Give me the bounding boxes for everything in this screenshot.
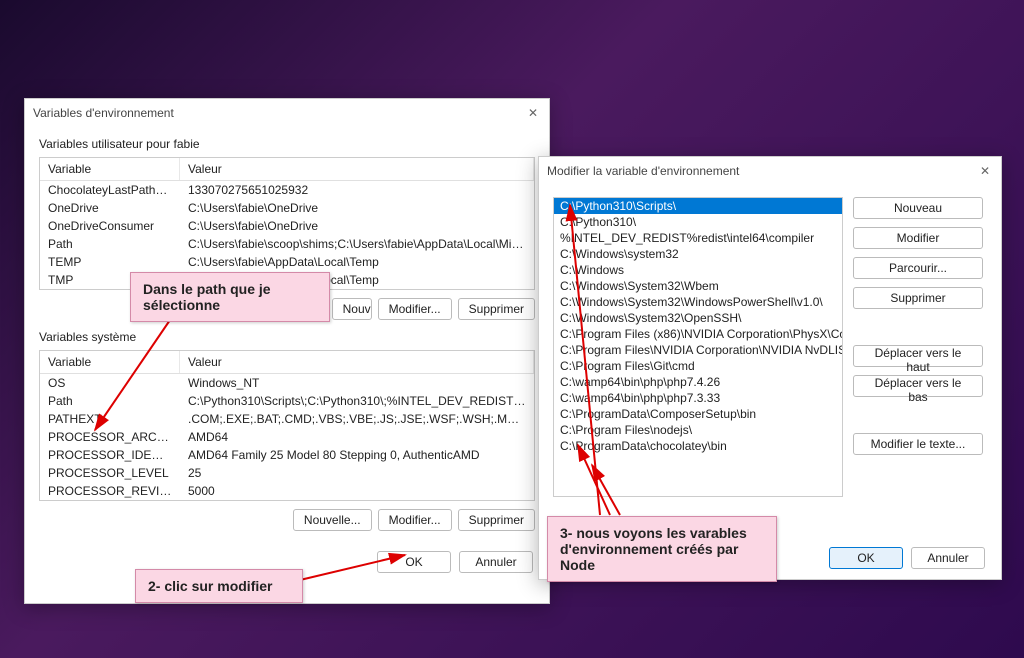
list-item[interactable]: C:\Windows\System32\Wbem xyxy=(554,278,842,294)
close-icon[interactable]: ✕ xyxy=(977,163,993,179)
list-item[interactable]: C:\Python310\ xyxy=(554,214,842,230)
table-row[interactable]: PROCESSOR_ARCHITECTUREAMD64 xyxy=(40,428,534,446)
list-item[interactable]: C:\ProgramData\ComposerSetup\bin xyxy=(554,406,842,422)
table-row[interactable]: OneDriveConsumerC:\Users\fabie\OneDrive xyxy=(40,217,534,235)
list-item[interactable]: C:\Windows\System32\OpenSSH\ xyxy=(554,310,842,326)
var-value: 25 xyxy=(180,465,534,481)
system-vars-grid[interactable]: Variable Valeur OSWindows_NTPathC:\Pytho… xyxy=(39,350,535,501)
list-item[interactable]: C:\Program Files\nodejs\ xyxy=(554,422,842,438)
var-name: PATHEXT xyxy=(40,411,180,427)
var-name: OneDrive xyxy=(40,200,180,216)
edit-button[interactable]: Modifier xyxy=(853,227,983,249)
user-vars-grid[interactable]: Variable Valeur ChocolateyLastPathUpdate… xyxy=(39,157,535,290)
col-value: Valeur xyxy=(180,158,534,180)
system-edit-button[interactable]: Modifier... xyxy=(378,509,452,531)
table-row[interactable]: OneDriveC:\Users\fabie\OneDrive xyxy=(40,199,534,217)
col-variable: Variable xyxy=(40,351,180,373)
col-value: Valeur xyxy=(180,351,534,373)
grid-header: Variable Valeur xyxy=(40,351,534,374)
grid-header: Variable Valeur xyxy=(40,158,534,181)
table-row[interactable]: PATHEXT.COM;.EXE;.BAT;.CMD;.VBS;.VBE;.JS… xyxy=(40,410,534,428)
titlebar: Variables d'environnement ✕ xyxy=(25,99,549,127)
var-name: PROCESSOR_ARCHITECTURE xyxy=(40,429,180,445)
move-up-button[interactable]: Déplacer vers le haut xyxy=(853,345,983,367)
col-variable: Variable xyxy=(40,158,180,180)
table-row[interactable]: PathC:\Users\fabie\scoop\shims;C:\Users\… xyxy=(40,235,534,253)
var-value: C:\Users\fabie\OneDrive xyxy=(180,200,534,216)
dialog-title: Variables d'environnement xyxy=(33,106,525,120)
cancel-button[interactable]: Annuler xyxy=(911,547,985,569)
list-item[interactable]: C:\Python310\Scripts\ xyxy=(554,198,842,214)
var-name: PROCESSOR_REVISION xyxy=(40,483,180,499)
var-value: C:\Python310\Scripts\;C:\Python310\;%INT… xyxy=(180,393,534,409)
var-value: C:\Users\fabie\OneDrive xyxy=(180,218,534,234)
var-value: AMD64 Family 25 Model 80 Stepping 0, Aut… xyxy=(180,447,534,463)
list-item[interactable]: %INTEL_DEV_REDIST%redist\intel64\compile… xyxy=(554,230,842,246)
user-edit-button[interactable]: Modifier... xyxy=(378,298,452,320)
ok-button[interactable]: OK xyxy=(377,551,451,573)
cancel-button[interactable]: Annuler xyxy=(459,551,533,573)
table-row[interactable]: TEMPC:\Users\fabie\AppData\Local\Temp xyxy=(40,253,534,271)
browse-button[interactable]: Parcourir... xyxy=(853,257,983,279)
table-row[interactable]: ChocolateyLastPathUpdate1330702756510259… xyxy=(40,181,534,199)
var-name: Path xyxy=(40,236,180,252)
titlebar: Modifier la variable d'environnement ✕ xyxy=(539,157,1001,185)
var-value: .COM;.EXE;.BAT;.CMD;.VBS;.VBE;.JS;.JSE;.… xyxy=(180,411,534,427)
callout-3: 3- nous voyons les varables d'environnem… xyxy=(547,516,777,582)
close-icon[interactable]: ✕ xyxy=(525,105,541,121)
var-name: PROCESSOR_IDENTIFIER xyxy=(40,447,180,463)
list-item[interactable]: C:\wamp64\bin\php\php7.4.26 xyxy=(554,374,842,390)
new-button[interactable]: Nouveau xyxy=(853,197,983,219)
var-name: OS xyxy=(40,375,180,391)
list-item[interactable]: C:\Program Files\Git\cmd xyxy=(554,358,842,374)
var-name: ChocolateyLastPathUpdate xyxy=(40,182,180,198)
callout-2: 2- clic sur modifier xyxy=(135,569,303,603)
list-item[interactable]: C:\Windows\system32 xyxy=(554,246,842,262)
table-row[interactable]: PROCESSOR_LEVEL25 xyxy=(40,464,534,482)
var-name: TEMP xyxy=(40,254,180,270)
user-delete-button[interactable]: Supprimer xyxy=(458,298,535,320)
path-list[interactable]: C:\Python310\Scripts\C:\Python310\%INTEL… xyxy=(553,197,843,497)
list-item[interactable]: C:\Program Files\NVIDIA Corporation\NVID… xyxy=(554,342,842,358)
var-name: OneDriveConsumer xyxy=(40,218,180,234)
var-name: Path xyxy=(40,393,180,409)
var-value: C:\Users\fabie\AppData\Local\Temp xyxy=(180,254,534,270)
dialog-title: Modifier la variable d'environnement xyxy=(547,164,977,178)
table-row[interactable]: PathC:\Python310\Scripts\;C:\Python310\;… xyxy=(40,392,534,410)
callout-1: Dans le path que je sélectionne xyxy=(130,272,330,322)
var-value: Windows_NT xyxy=(180,375,534,391)
list-item[interactable]: C:\Windows\System32\WindowsPowerShell\v1… xyxy=(554,294,842,310)
system-new-button[interactable]: Nouvelle... xyxy=(293,509,372,531)
user-new-button[interactable]: Nouvelle... xyxy=(332,298,372,320)
table-row[interactable]: OSWindows_NT xyxy=(40,374,534,392)
system-delete-button[interactable]: Supprimer xyxy=(458,509,535,531)
list-item[interactable]: C:\Windows xyxy=(554,262,842,278)
var-value: AMD64 xyxy=(180,429,534,445)
list-item[interactable]: C:\Program Files (x86)\NVIDIA Corporatio… xyxy=(554,326,842,342)
user-vars-label: Variables utilisateur pour fabie xyxy=(39,137,535,151)
list-item[interactable]: C:\wamp64\bin\php\php7.3.33 xyxy=(554,390,842,406)
var-value: 133070275651025932 xyxy=(180,182,534,198)
delete-button[interactable]: Supprimer xyxy=(853,287,983,309)
var-name: PROCESSOR_LEVEL xyxy=(40,465,180,481)
env-vars-dialog: Variables d'environnement ✕ Variables ut… xyxy=(24,98,550,604)
table-row[interactable]: PROCESSOR_IDENTIFIERAMD64 Family 25 Mode… xyxy=(40,446,534,464)
list-item[interactable]: C:\ProgramData\chocolatey\bin xyxy=(554,438,842,454)
system-vars-group: Variables système Variable Valeur OSWind… xyxy=(39,330,535,531)
edit-text-button[interactable]: Modifier le texte... xyxy=(853,433,983,455)
ok-button[interactable]: OK xyxy=(829,547,903,569)
var-value: 5000 xyxy=(180,483,534,499)
table-row[interactable]: PROCESSOR_REVISION5000 xyxy=(40,482,534,500)
var-value: C:\Users\fabie\scoop\shims;C:\Users\fabi… xyxy=(180,236,534,252)
move-down-button[interactable]: Déplacer vers le bas xyxy=(853,375,983,397)
side-buttons: Nouveau Modifier Parcourir... Supprimer … xyxy=(853,197,983,497)
system-vars-label: Variables système xyxy=(39,330,535,344)
